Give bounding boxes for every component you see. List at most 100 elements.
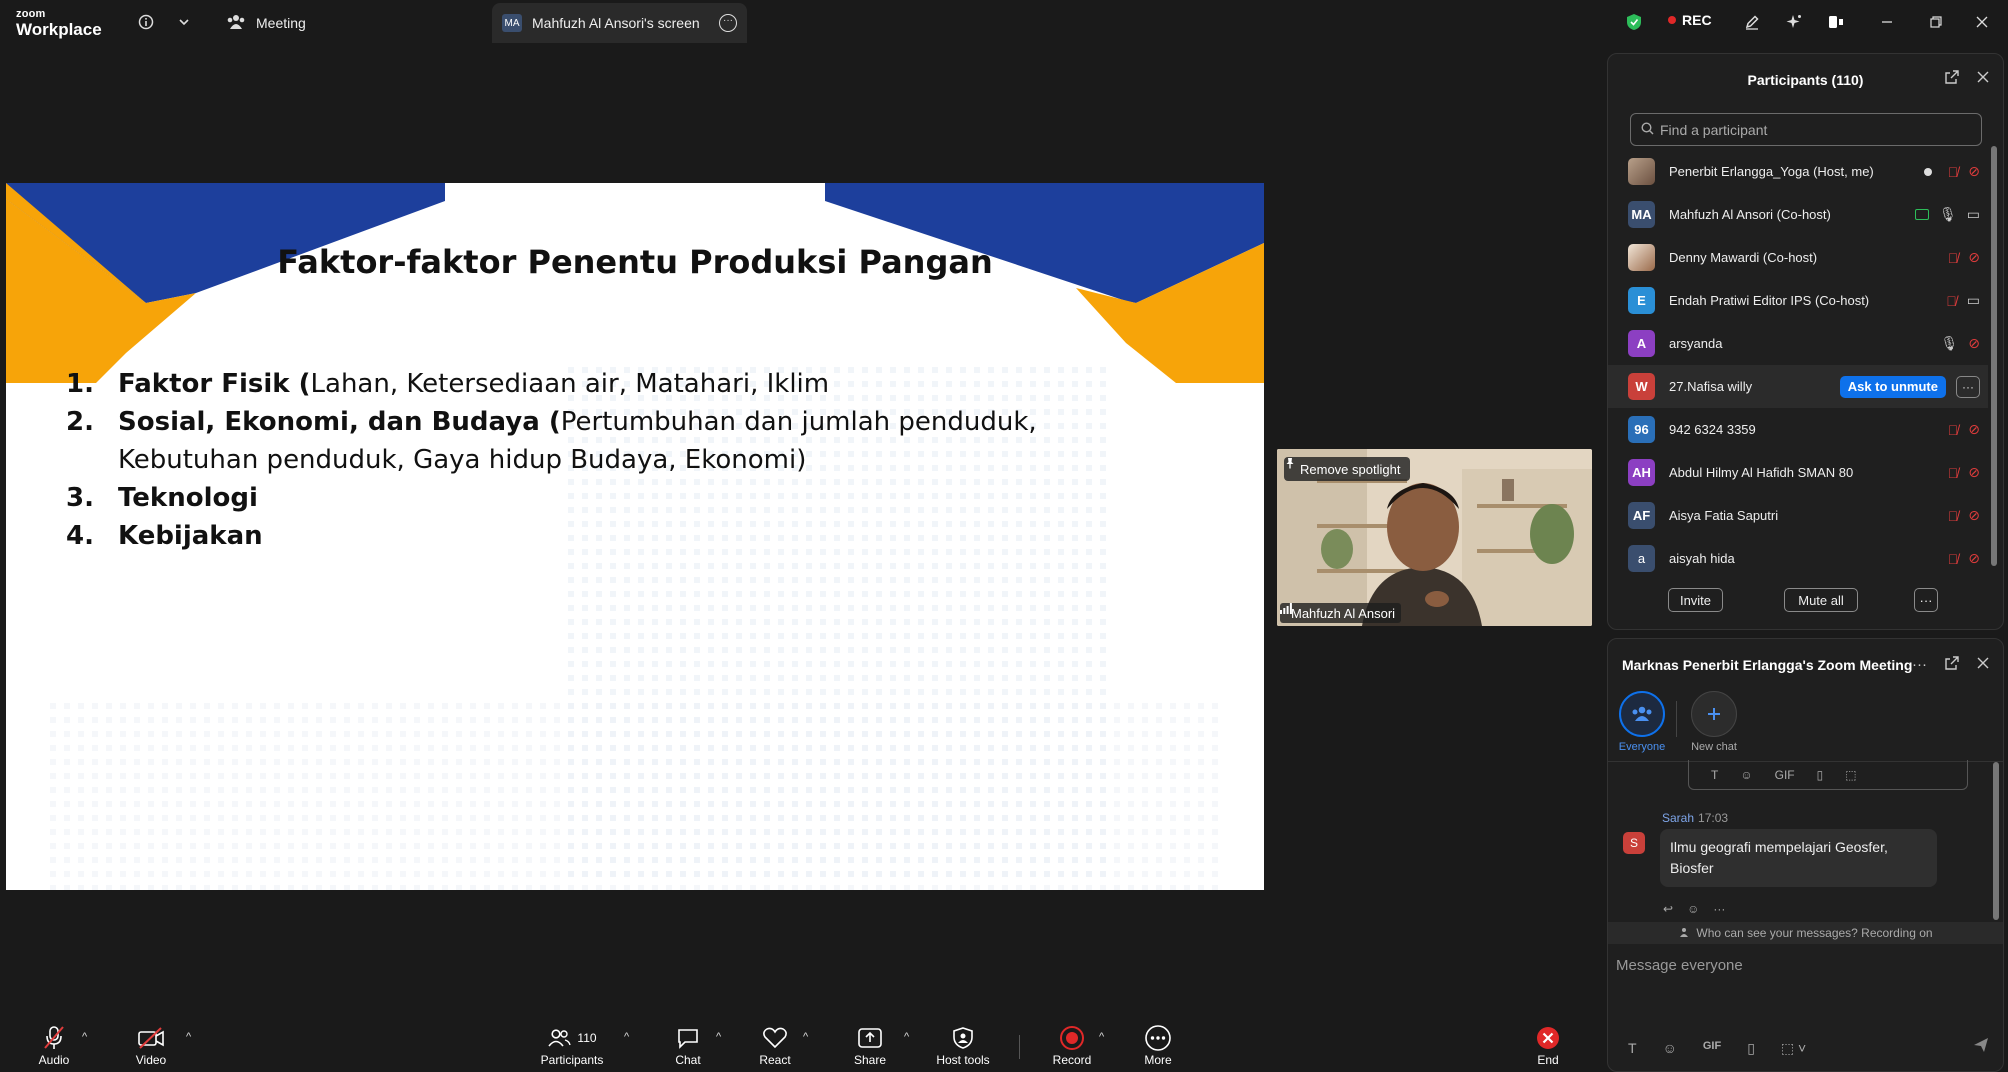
chevron-up-icon[interactable]: ^	[904, 1031, 909, 1043]
mic-icon[interactable]: 🎙	[1940, 335, 1958, 352]
participant-row[interactable]: a aisyah hida 🎙̸ ⊘	[1608, 537, 1988, 580]
audio-button[interactable]: Audio	[14, 1023, 94, 1067]
more-icon[interactable]: ···	[1912, 656, 1927, 674]
participant-row[interactable]: AF Aisya Fatia Saputri 🎙̸ ⊘	[1608, 494, 1988, 537]
chat-message[interactable]: Ilmu geografi mempelajari Geosfer, Biosf…	[1660, 829, 1937, 887]
end-button[interactable]: End	[1508, 1023, 1588, 1067]
text-format-icon[interactable]: T	[1711, 768, 1718, 782]
tab-everyone[interactable]: Everyone	[1612, 691, 1672, 753]
participants-button[interactable]: 110 Participants	[532, 1023, 612, 1067]
gif-icon[interactable]: GIF	[1703, 1040, 1721, 1057]
close-icon[interactable]	[1977, 70, 1989, 88]
camera-off-icon[interactable]: ⊘	[1968, 464, 1980, 481]
pencil-icon[interactable]	[1740, 10, 1764, 34]
mic-muted-icon[interactable]: 🎙̸	[1946, 293, 1957, 309]
chevron-up-icon[interactable]: ^	[716, 1031, 721, 1043]
chevron-up-icon[interactable]: ^	[82, 1031, 87, 1043]
add-reaction-icon[interactable]: ☺	[1687, 902, 1699, 916]
logo-top: zoom	[16, 8, 46, 20]
more-button[interactable]: More	[1118, 1023, 1198, 1067]
react-label: React	[759, 1053, 791, 1067]
tab-meeting[interactable]: Meeting	[226, 8, 306, 38]
tab-new-chat[interactable]: New chat	[1684, 691, 1744, 753]
view-toggle-icon[interactable]	[1825, 10, 1849, 34]
chat-label: Chat	[675, 1053, 701, 1067]
react-button[interactable]: React	[735, 1023, 815, 1067]
info-icon[interactable]	[134, 10, 158, 34]
invite-button[interactable]: Invite	[1668, 588, 1723, 612]
camera-off-icon[interactable]: ⊘	[1968, 163, 1980, 180]
record-button[interactable]: Record	[1032, 1023, 1112, 1067]
camera-icon[interactable]: ▭	[1967, 292, 1980, 309]
mic-muted-icon[interactable]: 🎙̸	[1948, 250, 1959, 266]
camera-icon[interactable]: ▭	[1967, 206, 1980, 223]
mute-all-button[interactable]: Mute all	[1784, 588, 1858, 612]
host-tools-button[interactable]: Host tools	[923, 1023, 1003, 1067]
mic-muted-icon[interactable]: 🎙̸	[1948, 164, 1959, 180]
gif-icon[interactable]: GIF	[1775, 768, 1795, 782]
camera-off-icon[interactable]: ⊘	[1968, 421, 1980, 438]
chevron-down-icon[interactable]	[172, 10, 196, 34]
participant-name: aisyah hida	[1669, 551, 1735, 566]
share-button[interactable]: Share	[830, 1023, 910, 1067]
chat-scrollbar[interactable]	[1993, 762, 1999, 920]
reply-icon[interactable]: ↩	[1663, 902, 1673, 916]
more-icon[interactable]: ···	[1713, 902, 1725, 916]
participant-row[interactable]: 96 942 6324 3359 🎙̸ ⊘	[1608, 408, 1988, 451]
more-options-button[interactable]: ···	[1914, 588, 1938, 612]
camera-off-icon[interactable]: ⊘	[1968, 249, 1980, 266]
screenshot-icon[interactable]: ⬚	[1845, 768, 1856, 782]
camera-off-icon[interactable]: ⊘	[1968, 335, 1980, 352]
shield-icon[interactable]	[1622, 10, 1646, 34]
close-icon[interactable]	[1970, 10, 1994, 34]
text-format-icon[interactable]: T	[1628, 1040, 1637, 1057]
participant-search-input[interactable]: Find a participant	[1630, 113, 1982, 146]
send-icon[interactable]	[1973, 1037, 1989, 1058]
participant-row[interactable]: AH Abdul Hilmy Al Hafidh SMAN 80 🎙̸ ⊘	[1608, 451, 1988, 494]
mic-muted-icon[interactable]: 🎙̸	[1948, 465, 1959, 481]
participant-row[interactable]: MA Mahfuzh Al Ansori (Co-host) 🎙 ▭	[1608, 193, 1988, 236]
more-icon[interactable]: ···	[719, 14, 737, 32]
sparkle-icon[interactable]	[1782, 10, 1806, 34]
participant-row[interactable]: Denny Mawardi (Co-host) 🎙̸ ⊘	[1608, 236, 1988, 279]
tab-meeting-label: Meeting	[256, 15, 306, 31]
file-icon[interactable]: ▯	[1747, 1040, 1755, 1057]
file-icon[interactable]: ▯	[1817, 768, 1824, 782]
video-button[interactable]: Video	[111, 1023, 191, 1067]
screenshot-icon[interactable]: ⬚ ˅	[1781, 1040, 1806, 1057]
chat-visibility-notice[interactable]: Who can see your messages? Recording on	[1608, 922, 2003, 944]
minimize-icon[interactable]	[1875, 10, 1899, 34]
recording-status[interactable]: REC	[1668, 12, 1712, 28]
participant-row[interactable]: E Endah Pratiwi Editor IPS (Co-host) 🎙̸ …	[1608, 279, 1988, 322]
chevron-up-icon[interactable]: ^	[186, 1031, 191, 1043]
restore-icon[interactable]	[1924, 10, 1948, 34]
chat-button[interactable]: Chat	[648, 1023, 728, 1067]
chevron-up-icon[interactable]: ^	[1099, 1031, 1104, 1043]
list-item-bold: Sosial, Ekonomi, dan Budaya (	[118, 407, 561, 437]
pop-out-icon[interactable]	[1945, 656, 1959, 674]
participant-row[interactable]: A arsyanda 🎙 ⊘	[1608, 322, 1988, 365]
mic-muted-icon[interactable]: 🎙̸	[1948, 422, 1959, 438]
video-tile[interactable]: Remove spotlight Mahfuzh Al Ansori	[1277, 449, 1592, 626]
chevron-up-icon[interactable]: ^	[803, 1031, 808, 1043]
participant-row[interactable]: W 27.Nafisa willy Ask to unmute ···	[1608, 365, 1988, 408]
participants-scrollbar[interactable]	[1991, 146, 1997, 566]
pop-out-icon[interactable]	[1945, 70, 1959, 88]
close-icon[interactable]	[1977, 656, 1989, 674]
message-input[interactable]: Message everyone	[1616, 957, 1743, 974]
mic-muted-icon[interactable]: 🎙̸	[1948, 508, 1959, 524]
camera-off-icon[interactable]: ⊘	[1968, 507, 1980, 524]
tab-everyone-label: Everyone	[1618, 741, 1666, 753]
emoji-icon[interactable]: ☺	[1740, 768, 1752, 782]
participant-row[interactable]: Penerbit Erlangga_Yoga (Host, me) 🎙̸ ⊘	[1608, 150, 1988, 193]
tab-shared-screen[interactable]: MA Mahfuzh Al Ansori's screen ···	[492, 3, 747, 43]
camera-off-icon[interactable]: ⊘	[1968, 550, 1980, 567]
emoji-icon[interactable]: ☺	[1663, 1040, 1677, 1057]
ask-to-unmute-button[interactable]: Ask to unmute	[1839, 375, 1946, 398]
mic-icon[interactable]: 🎙	[1939, 206, 1957, 223]
more-options-button[interactable]: ···	[1956, 375, 1980, 398]
audio-label: Audio	[38, 1053, 70, 1067]
mic-muted-icon[interactable]: 🎙̸	[1948, 551, 1959, 567]
remove-spotlight-button[interactable]: Remove spotlight	[1284, 457, 1411, 481]
chevron-up-icon[interactable]: ^	[624, 1031, 629, 1043]
